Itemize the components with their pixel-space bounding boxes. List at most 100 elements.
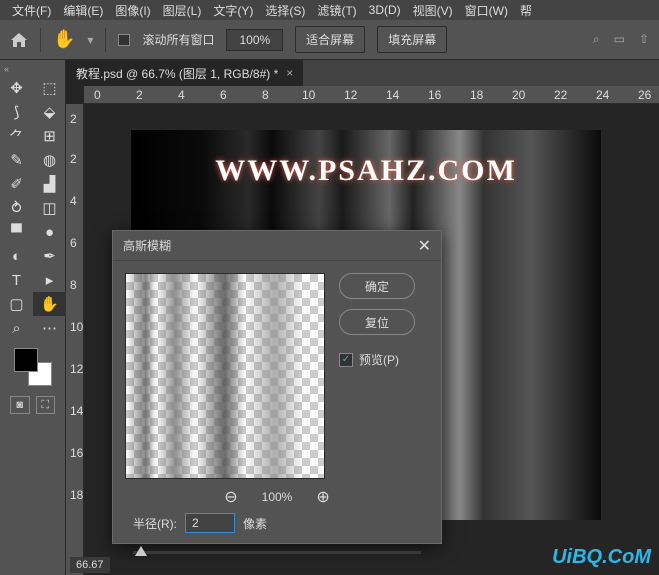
dialog-title: 高斯模糊 <box>123 237 171 254</box>
reset-button[interactable]: 复位 <box>339 309 415 335</box>
vertical-ruler: 2 2 4 6 8 10 12 14 16 18 <box>66 104 84 575</box>
menu-window[interactable]: 窗口(W) <box>461 0 512 21</box>
ruler-mark: 6 <box>220 88 227 102</box>
slider-thumb[interactable] <box>135 546 147 556</box>
hand-tool-icon[interactable]: ✋ <box>33 292 66 316</box>
ruler-mark: 16 <box>70 446 83 460</box>
radius-label: 半径(R): <box>133 515 177 532</box>
fit-screen-button[interactable]: 适合屏幕 <box>295 26 365 53</box>
scroll-all-label: 滚动所有窗口 <box>142 31 214 48</box>
ruler-mark: 16 <box>428 88 441 102</box>
workspace-icon[interactable]: ▭ <box>614 32 625 47</box>
type-tool-icon[interactable]: T <box>0 268 33 292</box>
collapse-icon[interactable]: « <box>0 64 65 76</box>
menu-help[interactable]: 帮 <box>516 0 536 21</box>
toolbox: « ✥ ⬚ ⟆ ⬙ ⺈ ⊞ ✎ ◍ ✐ ▟ ⥁ ◫ ▀ ● ◐ ✒ T ▸ ▢ … <box>0 60 66 575</box>
zoom-in-icon[interactable]: ⊕ <box>316 487 329 507</box>
more-tools-icon[interactable]: ⋯ <box>33 316 66 340</box>
home-icon[interactable] <box>10 32 28 48</box>
ok-button[interactable]: 确定 <box>339 273 415 299</box>
menu-select[interactable]: 选择(S) <box>261 0 309 21</box>
document-tabs: 教程.psd @ 66.7% (图层 1, RGB/8#) * × <box>66 60 659 86</box>
stamp-tool-icon[interactable]: ▟ <box>33 172 66 196</box>
share-icon[interactable]: ⇧ <box>639 32 649 47</box>
gradient-tool-icon[interactable]: ▀ <box>0 220 33 244</box>
gaussian-blur-dialog: 高斯模糊 ✕ 确定 复位 ✓ 预览(P) ⊖ 100% ⊕ 半径(R): 像素 <box>112 230 442 544</box>
dialog-titlebar[interactable]: 高斯模糊 ✕ <box>113 231 441 261</box>
move-tool-icon[interactable]: ✥ <box>0 76 33 100</box>
watermark: UiBQ.CoM <box>552 546 651 569</box>
quick-select-tool-icon[interactable]: ⬙ <box>33 100 66 124</box>
menu-image[interactable]: 图像(I) <box>111 0 154 21</box>
brush-tool-icon[interactable]: ✐ <box>0 172 33 196</box>
divider <box>40 28 41 52</box>
preview-label: 预览(P) <box>359 351 399 368</box>
preview-checkbox[interactable]: ✓ <box>339 353 353 367</box>
dodge-tool-icon[interactable]: ◐ <box>0 244 33 268</box>
ruler-mark: 26 <box>638 88 651 102</box>
menu-type[interactable]: 文字(Y) <box>209 0 257 21</box>
ruler-mark: 22 <box>554 88 567 102</box>
lasso-tool-icon[interactable]: ⟆ <box>0 100 33 124</box>
close-icon[interactable]: ✕ <box>418 236 431 256</box>
divider <box>105 28 106 52</box>
history-brush-tool-icon[interactable]: ⥁ <box>0 196 33 220</box>
radius-input[interactable] <box>185 513 235 533</box>
eyedropper-tool-icon[interactable]: ✎ <box>0 148 33 172</box>
blur-tool-icon[interactable]: ● <box>33 220 66 244</box>
ruler-mark: 4 <box>70 194 77 208</box>
menu-file[interactable]: 文件(F) <box>8 0 55 21</box>
preview-zoom: 100% <box>262 490 293 504</box>
ruler-mark: 0 <box>94 88 101 102</box>
screen-mode-icon[interactable]: ⛶ <box>36 396 56 414</box>
path-select-tool-icon[interactable]: ▸ <box>33 268 66 292</box>
horizontal-ruler: 0 2 4 6 8 10 12 14 16 18 20 22 24 26 <box>84 86 659 104</box>
eraser-tool-icon[interactable]: ◫ <box>33 196 66 220</box>
ruler-mark: 14 <box>386 88 399 102</box>
ruler-mark: 12 <box>70 362 83 376</box>
fill-screen-button[interactable]: 填充屏幕 <box>377 26 447 53</box>
menu-view[interactable]: 视图(V) <box>409 0 457 21</box>
menu-edit[interactable]: 编辑(E) <box>59 0 107 21</box>
filter-preview[interactable] <box>125 273 325 479</box>
zoom-out-icon[interactable]: ⊖ <box>224 487 237 507</box>
foreground-color-swatch[interactable] <box>14 348 38 372</box>
menu-filter[interactable]: 滤镜(T) <box>313 0 360 21</box>
ruler-mark: 6 <box>70 236 77 250</box>
ruler-mark: 4 <box>178 88 185 102</box>
marquee-tool-icon[interactable]: ⬚ <box>33 76 66 100</box>
shape-tool-icon[interactable]: ▢ <box>0 292 33 316</box>
hand-tool-icon[interactable]: ✋ <box>53 29 75 50</box>
frame-tool-icon[interactable]: ⊞ <box>33 124 66 148</box>
crop-tool-icon[interactable]: ⺈ <box>0 124 33 148</box>
heal-tool-icon[interactable]: ◍ <box>33 148 66 172</box>
ruler-mark: 10 <box>70 320 83 334</box>
document-tab-title: 教程.psd @ 66.7% (图层 1, RGB/8#) * <box>76 65 278 82</box>
zoom-tool-icon[interactable]: ⌕ <box>0 316 33 340</box>
menu-layer[interactable]: 图层(L) <box>159 0 206 21</box>
slider-track <box>133 551 421 554</box>
ruler-mark: 18 <box>70 488 83 502</box>
menu-3d[interactable]: 3D(D) <box>365 1 405 19</box>
quick-mask-icon[interactable]: ◙ <box>10 396 30 414</box>
zoom-level[interactable]: 100% <box>226 29 283 51</box>
ruler-mark: 14 <box>70 404 83 418</box>
dropdown-icon[interactable]: ▾ <box>87 33 93 47</box>
ruler-mark: 8 <box>262 88 269 102</box>
radius-slider[interactable] <box>133 543 421 559</box>
ruler-mark: 2 <box>136 88 143 102</box>
color-swatches <box>0 340 65 392</box>
menu-bar: 文件(F) 编辑(E) 图像(I) 图层(L) 文字(Y) 选择(S) 滤镜(T… <box>0 0 659 20</box>
scroll-all-checkbox[interactable] <box>118 34 130 46</box>
close-tab-icon[interactable]: × <box>286 66 293 80</box>
canvas-text: WWW.PSAHZ.COM <box>131 154 601 188</box>
ruler-mark: 10 <box>302 88 315 102</box>
radius-unit: 像素 <box>243 515 267 532</box>
ruler-mark: 8 <box>70 278 77 292</box>
zoom-status[interactable]: 66.67 <box>70 557 110 573</box>
search-icon[interactable]: ⌕ <box>593 32 600 47</box>
pen-tool-icon[interactable]: ✒ <box>33 244 66 268</box>
ruler-mark: 2 <box>70 152 77 166</box>
options-bar: ✋ ▾ 滚动所有窗口 100% 适合屏幕 填充屏幕 ⌕ ▭ ⇧ <box>0 20 659 60</box>
document-tab[interactable]: 教程.psd @ 66.7% (图层 1, RGB/8#) * × <box>66 60 303 87</box>
